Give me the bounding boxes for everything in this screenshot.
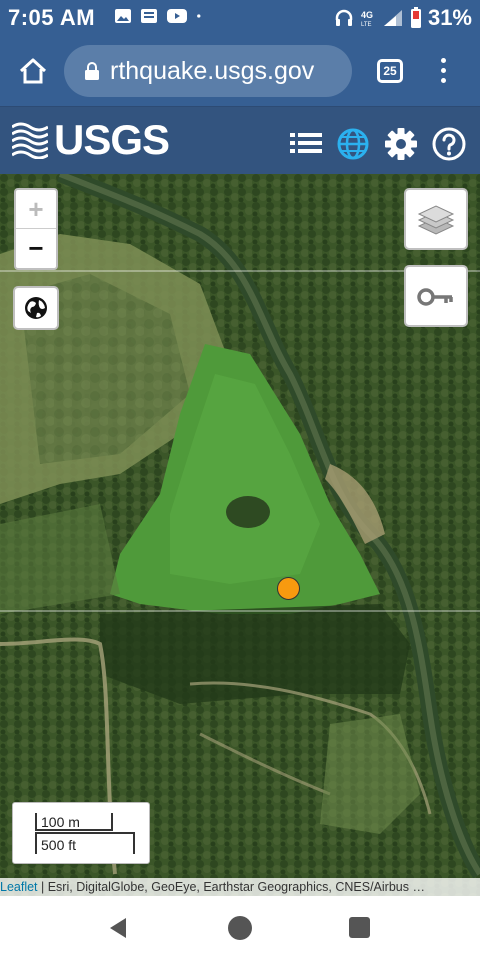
system-nav-bar — [0, 896, 480, 960]
globe-icon[interactable] — [337, 128, 369, 160]
battery-icon — [410, 7, 421, 28]
recents-icon[interactable] — [349, 917, 370, 938]
status-time: 7:05 AM — [8, 5, 96, 30]
back-icon[interactable] — [108, 916, 128, 940]
usgs-logo-text: USGS — [54, 116, 170, 163]
gear-icon[interactable] — [384, 127, 418, 161]
menu-dots-icon[interactable] — [438, 56, 448, 86]
layers-icon — [417, 205, 455, 235]
url-text[interactable]: rthquake.usgs.gov — [110, 57, 314, 86]
url-bar[interactable]: rthquake.usgs.gov — [64, 45, 352, 97]
news-icon — [141, 9, 157, 23]
help-icon[interactable] — [432, 127, 466, 161]
leaflet-link[interactable]: Leaflet — [0, 880, 38, 894]
headset-icon — [335, 9, 353, 26]
home-circle-icon[interactable] — [228, 916, 252, 940]
world-view-button[interactable] — [13, 286, 59, 330]
dot-icon — [197, 14, 201, 18]
youtube-icon — [167, 9, 187, 23]
network-4g-icon: 4G LTE — [361, 10, 373, 28]
legend-button[interactable] — [404, 265, 468, 327]
zoom-out-button[interactable]: − — [16, 229, 56, 268]
browser-toolbar: rthquake.usgs.gov 25 — [0, 36, 480, 106]
usgs-header: USGS — [0, 106, 480, 174]
list-icon[interactable] — [290, 131, 322, 155]
notification-icons — [114, 8, 206, 24]
scale-imperial: 500 ft — [35, 832, 135, 854]
scale-metric: 100 m — [35, 813, 113, 831]
usgs-waves-icon — [12, 122, 48, 159]
lock-icon — [85, 62, 99, 80]
layers-button[interactable] — [404, 188, 468, 250]
earthquake-marker[interactable] — [277, 577, 300, 600]
tab-switcher-button[interactable]: 25 — [377, 59, 403, 83]
signal-icon — [383, 10, 402, 26]
map-view[interactable]: + − 100 m 500 ft Leaflet | Esri, Digital… — [0, 174, 480, 896]
scale-bar: 100 m 500 ft — [12, 802, 150, 864]
attribution-text: | Esri, DigitalGlobe, GeoEye, Earthstar … — [37, 880, 425, 894]
map-attribution: Leaflet | Esri, DigitalGlobe, GeoEye, Ea… — [0, 878, 480, 896]
globe-icon — [25, 297, 47, 319]
zoom-control: + − — [14, 188, 58, 270]
home-icon[interactable] — [18, 56, 48, 86]
svg-text:4G: 4G — [361, 10, 373, 20]
key-icon — [417, 288, 453, 306]
usgs-logo[interactable]: USGS — [12, 116, 170, 163]
svg-text:LTE: LTE — [361, 22, 372, 28]
status-bar: 7:05 AM 4G LTE 31% — [0, 0, 480, 36]
battery-percent: 31% — [427, 5, 472, 30]
system-icons: 4G LTE 31% — [334, 5, 472, 31]
image-icon — [115, 9, 131, 23]
zoom-in-button[interactable]: + — [16, 190, 56, 229]
